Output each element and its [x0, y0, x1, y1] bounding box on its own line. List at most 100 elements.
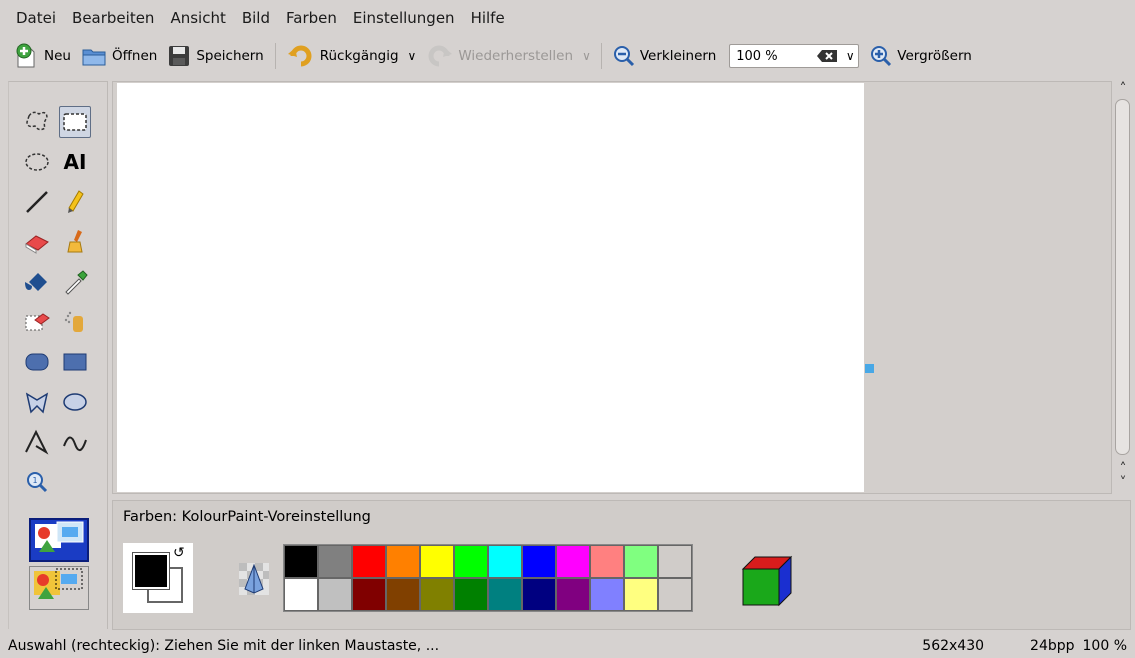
swap-colors-icon[interactable]: ↺ [173, 545, 185, 561]
palette-swatch[interactable] [420, 578, 454, 611]
palette-swatch[interactable] [352, 578, 386, 611]
palette-swatch[interactable] [522, 545, 556, 578]
palette-swatch[interactable] [556, 578, 590, 611]
palette-swatch[interactable] [284, 545, 318, 578]
colors-panel: Farben: KolourPaint-Voreinstellung ↺ [112, 500, 1131, 630]
palette-swatch[interactable] [590, 545, 624, 578]
rounded-rectangle-icon[interactable] [21, 346, 53, 378]
palette-swatch[interactable] [318, 545, 352, 578]
menu-datei[interactable]: Datei [8, 9, 64, 27]
menu-bearbeiten[interactable]: Bearbeiten [64, 9, 162, 27]
color-palette [283, 544, 693, 612]
undo-button[interactable]: Rückgängig [282, 40, 404, 72]
canvas-resize-handle[interactable] [865, 364, 874, 373]
zoom-combobox[interactable]: 100 % ∨ [729, 44, 860, 68]
free-form-selection-icon[interactable] [21, 106, 53, 138]
flood-fill-icon[interactable] [21, 266, 53, 298]
palette-swatch[interactable] [488, 578, 522, 611]
scroll-down-icon[interactable]: ˅ [1112, 475, 1134, 491]
palette-swatch[interactable] [454, 578, 488, 611]
palette-swatch[interactable] [284, 578, 318, 611]
curve-icon[interactable] [59, 426, 91, 458]
status-color-depth: 24bpp [1030, 638, 1075, 654]
pen-tool-icon[interactable] [59, 186, 91, 218]
zoom-out-icon [613, 46, 634, 67]
toolbox: AI 1 [8, 81, 108, 629]
menubar: Datei Bearbeiten Ansicht Bild Farben Ein… [0, 0, 1135, 36]
redo-dropdown-chevron-icon[interactable]: ∨ [582, 49, 591, 63]
menu-ansicht[interactable]: Ansicht [162, 9, 233, 27]
palette-swatch[interactable] [420, 545, 454, 578]
statusbar: Auswahl (rechteckig): Ziehen Sie mit der… [0, 634, 1135, 658]
zoom-tool-icon[interactable]: 1 [21, 466, 53, 498]
vertical-scrollbar[interactable]: ˄ ˄ ˅ [1112, 81, 1134, 494]
palette-swatch[interactable] [658, 545, 692, 578]
color-similarity-icon[interactable] [237, 559, 271, 599]
undo-label: Rückgängig [319, 48, 399, 64]
new-button[interactable]: Neu [10, 40, 76, 72]
palette-swatch[interactable] [318, 578, 352, 611]
ellipse-icon[interactable] [59, 386, 91, 418]
palette-swatch[interactable] [590, 578, 624, 611]
zoom-value[interactable]: 100 % [736, 49, 816, 64]
open-label: Öffnen [111, 48, 158, 64]
palette-swatch[interactable] [556, 545, 590, 578]
save-disk-icon [169, 46, 190, 66]
main-toolbar: Neu Öffnen Speichern Rückgängig ∨ Wieder… [0, 38, 1135, 74]
status-zoom: 100 % [1082, 638, 1127, 654]
zoom-out-button[interactable]: Verkleinern [608, 40, 721, 72]
zoom-in-label: Vergrößern [897, 48, 972, 64]
text-tool-glyph: AI [63, 150, 87, 174]
line-tool-icon[interactable] [21, 186, 53, 218]
brush-icon[interactable] [59, 226, 91, 258]
status-message: Auswahl (rechteckig): Ziehen Sie mit der… [8, 638, 440, 654]
status-dimensions: 562x430 [922, 638, 985, 654]
text-tool-icon[interactable]: AI [59, 146, 91, 178]
spraycan-icon[interactable] [59, 306, 91, 338]
palette-swatch[interactable] [352, 545, 386, 578]
clear-text-icon[interactable] [816, 49, 838, 63]
menu-bild[interactable]: Bild [234, 9, 278, 27]
save-label: Speichern [196, 48, 264, 64]
palette-swatch[interactable] [522, 578, 556, 611]
color-eraser-icon[interactable] [21, 306, 53, 338]
transparent-selection-mode-icon[interactable] [29, 566, 89, 610]
palette-swatch[interactable] [658, 578, 692, 611]
menu-hilfe[interactable]: Hilfe [463, 9, 513, 27]
rectangular-selection-icon[interactable] [59, 106, 91, 138]
scrollbar-thumb[interactable] [1115, 99, 1130, 455]
palette-swatch[interactable] [454, 545, 488, 578]
opaque-selection-mode-icon[interactable] [29, 518, 89, 562]
zoom-dropdown-chevron-icon[interactable]: ∨ [842, 49, 858, 63]
redo-button[interactable]: Wiederherstellen [420, 40, 578, 72]
menu-einstellungen[interactable]: Einstellungen [345, 9, 463, 27]
open-button[interactable]: Öffnen [76, 40, 162, 72]
save-button[interactable]: Speichern [162, 40, 268, 72]
colors-label: Farben: KolourPaint-Voreinstellung [123, 509, 371, 525]
connected-lines-icon[interactable] [21, 426, 53, 458]
palette-swatch[interactable] [386, 578, 420, 611]
menu-farben[interactable]: Farben [278, 9, 345, 27]
redo-arrow-icon [428, 45, 453, 67]
toolbar-separator [600, 43, 602, 69]
elliptical-selection-icon[interactable] [21, 146, 53, 178]
foreground-color-swatch[interactable] [132, 552, 170, 590]
undo-dropdown-chevron-icon[interactable]: ∨ [408, 49, 417, 63]
zoom-in-button[interactable]: Vergrößern [865, 40, 977, 72]
palette-swatch[interactable] [624, 578, 658, 611]
palette-swatch[interactable] [386, 545, 420, 578]
polygon-icon[interactable] [21, 386, 53, 418]
foreground-background-colors[interactable]: ↺ [123, 543, 193, 613]
redo-label: Wiederherstellen [458, 48, 574, 64]
eraser-icon[interactable] [21, 226, 53, 258]
open-folder-icon [82, 49, 106, 66]
drawing-canvas[interactable] [117, 83, 864, 492]
scroll-up-icon[interactable]: ˄ [1112, 81, 1134, 97]
palette-swatch[interactable] [488, 545, 522, 578]
color-cube-icon[interactable] [739, 553, 795, 609]
rectangle-icon[interactable] [59, 346, 91, 378]
palette-swatch[interactable] [624, 545, 658, 578]
color-picker-icon[interactable] [59, 266, 91, 298]
new-label: Neu [44, 48, 71, 64]
undo-arrow-icon [287, 45, 312, 67]
